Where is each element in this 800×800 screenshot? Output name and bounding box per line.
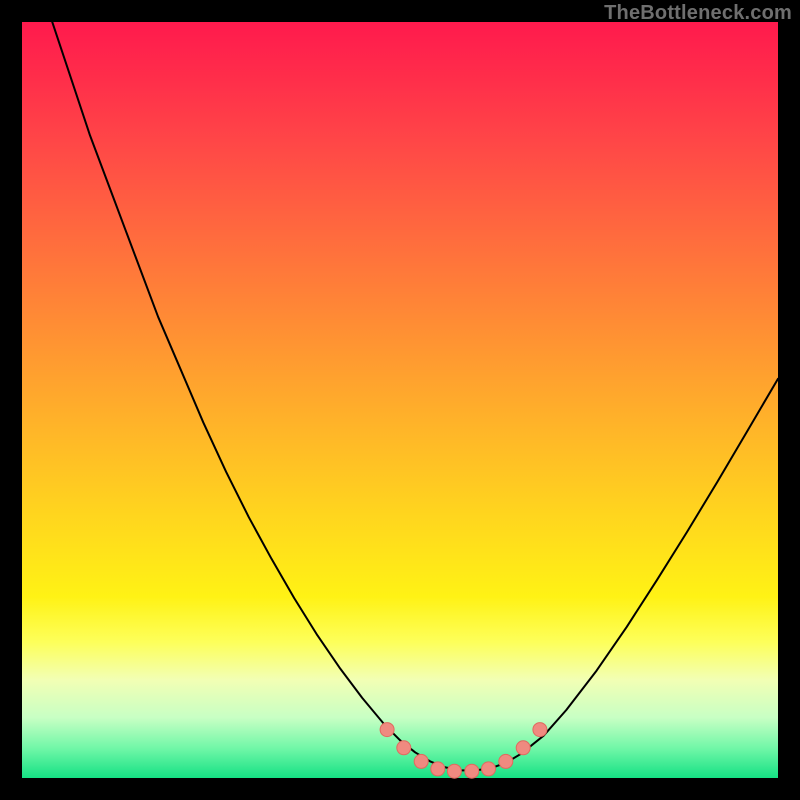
curve-marker: [431, 762, 445, 776]
curve-marker: [414, 754, 428, 768]
curve-marker: [380, 723, 394, 737]
curve-marker: [482, 762, 496, 776]
curve-marker: [397, 741, 411, 755]
curve-marker: [516, 741, 530, 755]
curve-marker: [499, 754, 513, 768]
watermark-text: TheBottleneck.com: [604, 2, 792, 25]
plot-area: [22, 22, 778, 778]
curve-marker: [447, 764, 461, 778]
chart-frame: TheBottleneck.com: [0, 0, 800, 800]
curve-marker: [465, 764, 479, 778]
curve-marker: [533, 723, 547, 737]
bottleneck-curve: [22, 0, 778, 770]
chart-svg: [22, 22, 778, 778]
